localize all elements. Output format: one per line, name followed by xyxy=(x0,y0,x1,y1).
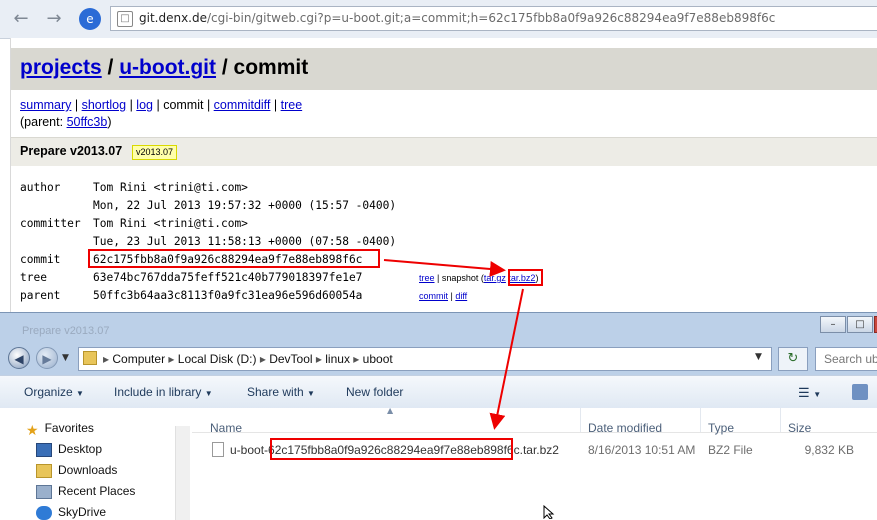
arrow-snapshot-to-file xyxy=(489,288,524,430)
arrow-commit-to-snapshot xyxy=(383,259,506,277)
annotation-arrows xyxy=(383,259,524,430)
